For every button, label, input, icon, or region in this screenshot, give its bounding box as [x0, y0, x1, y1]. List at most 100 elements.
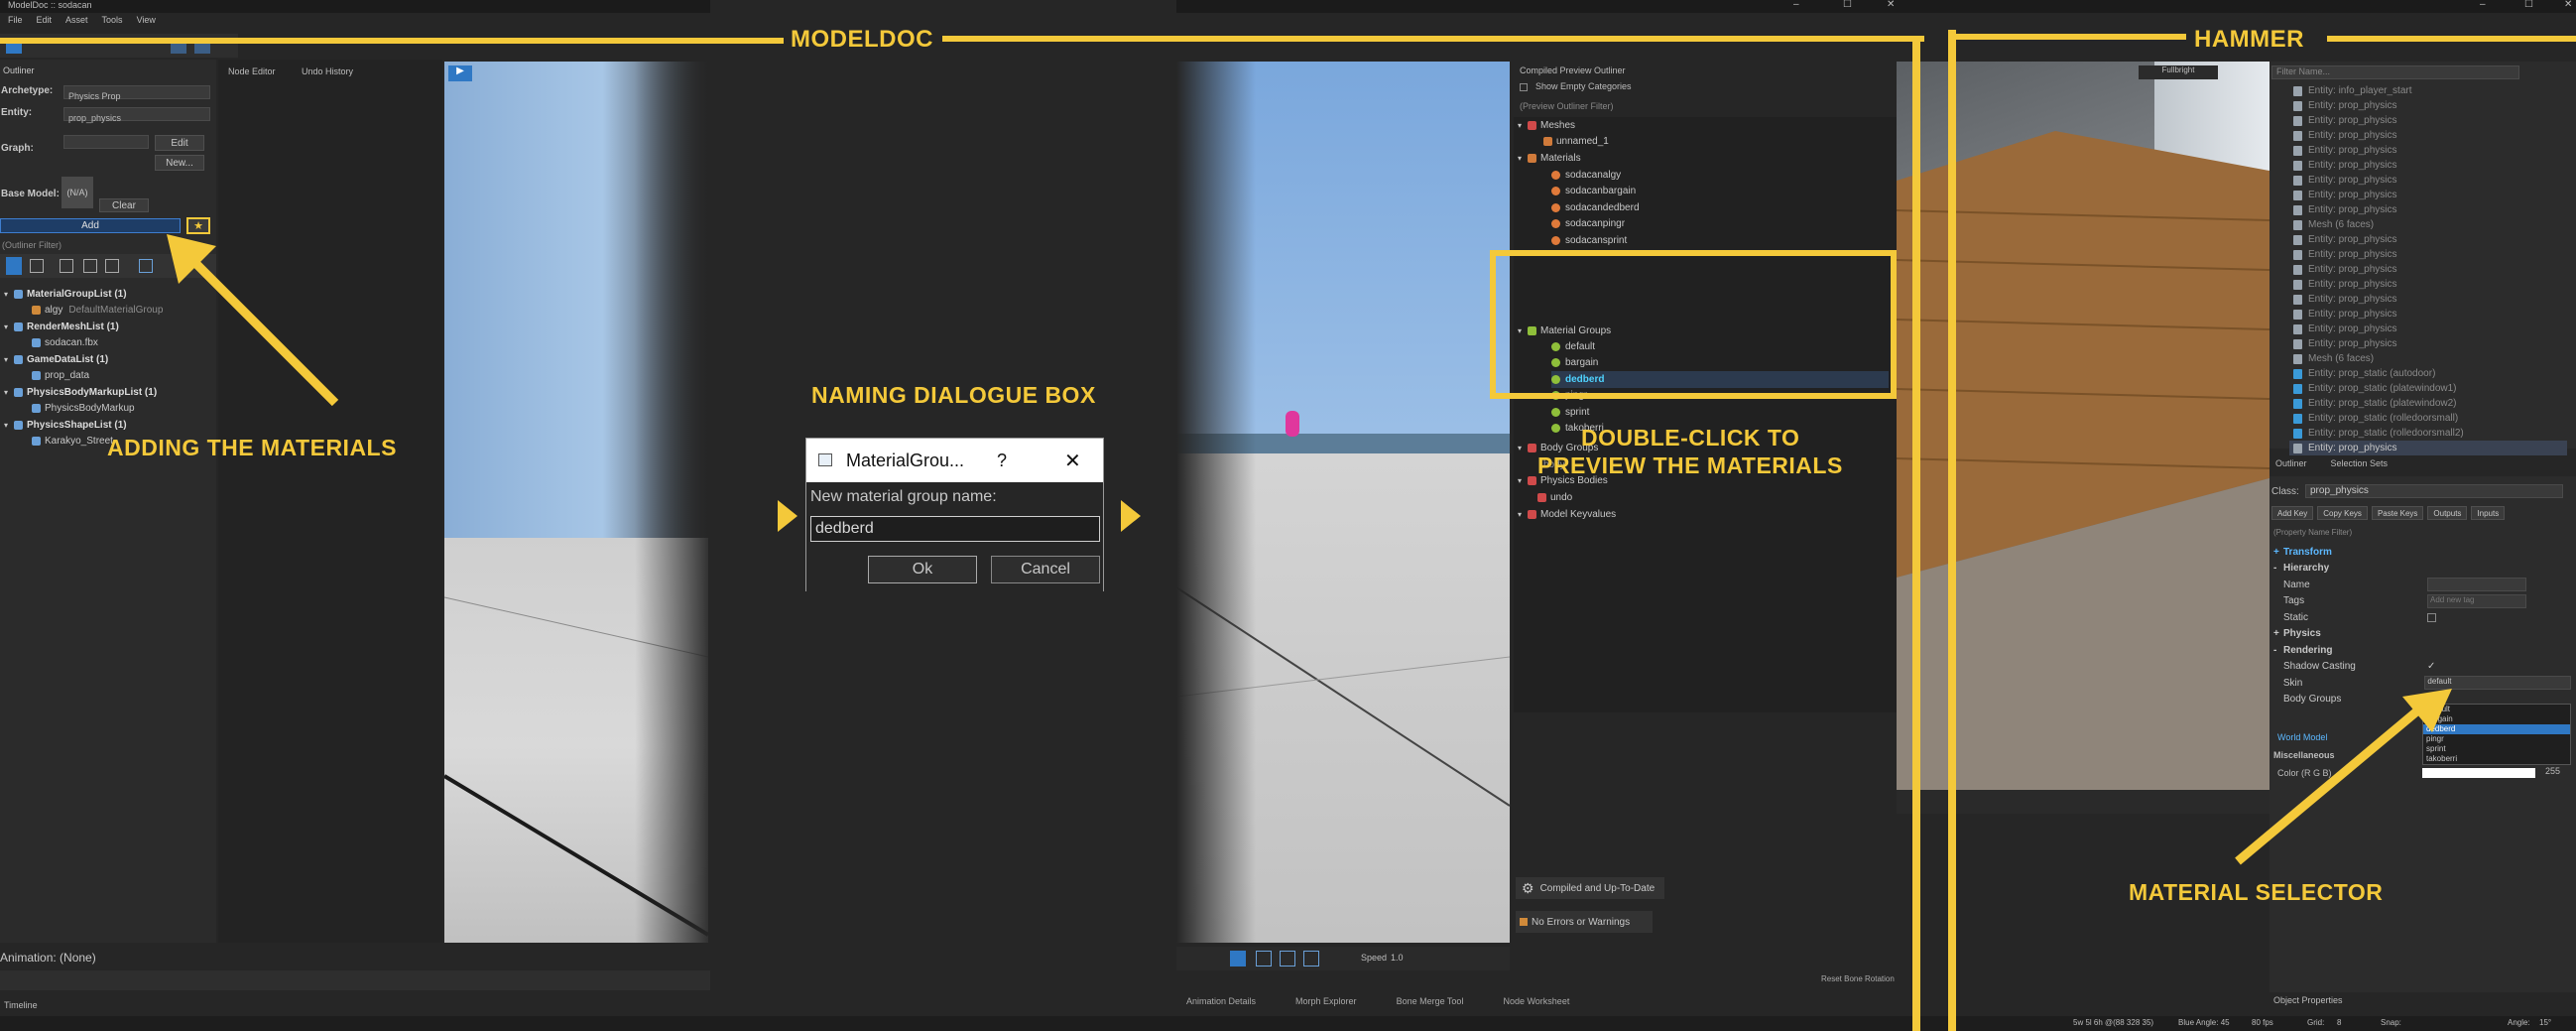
tool-icon[interactable]	[6, 257, 22, 275]
entity-list-item[interactable]: Entity: prop_static (rolledoorsmall)	[2289, 411, 2567, 426]
ok-button[interactable]: Ok	[868, 556, 977, 583]
close-icon[interactable]: ✕	[1887, 0, 1895, 10]
bottom-tab[interactable]: Animation Details	[1186, 996, 1256, 1016]
key-button[interactable]: Paste Keys	[2371, 506, 2424, 520]
maximize-icon[interactable]: ☐	[1843, 0, 1852, 10]
expand-toggle-icon[interactable]: ▾	[4, 322, 14, 331]
section-transform[interactable]: Transform	[2283, 547, 2332, 558]
key-button[interactable]: Inputs	[2471, 506, 2506, 520]
menu-item[interactable]: File	[8, 15, 23, 31]
tab-timeline[interactable]: Timeline	[4, 1000, 38, 1010]
bottom-tab[interactable]: Node Worksheet	[1503, 996, 1569, 1016]
entity-list-item[interactable]: Entity: prop_static (platewindow1)	[2289, 381, 2567, 396]
speed-value[interactable]: 1.0	[1391, 953, 1404, 963]
tool-icon[interactable]	[1230, 951, 1246, 967]
material-item[interactable]: sodacanpingr	[1551, 216, 1640, 233]
entity-list-item[interactable]: Entity: prop_physics	[2289, 173, 2567, 188]
key-button[interactable]: Outputs	[2427, 506, 2468, 520]
entity-list-item[interactable]: Entity: info_player_start	[2289, 83, 2567, 98]
physics-item[interactable]: undo	[1550, 492, 1572, 503]
menu-item[interactable]: Tools	[102, 15, 123, 31]
expand-toggle-icon[interactable]: ▾	[4, 421, 14, 430]
entity-list-item[interactable]: Mesh (6 faces)	[2289, 217, 2567, 232]
material-item[interactable]: sodacanalgy	[1551, 167, 1640, 184]
tab-node-editor[interactable]: Node Editor	[228, 66, 276, 76]
hammer-maximize-icon[interactable]: ☐	[2524, 0, 2533, 10]
filter-name-input[interactable]: Filter Name...	[2271, 65, 2519, 79]
bottom-tab[interactable]: Bone Merge Tool	[1397, 996, 1464, 1016]
minimize-icon[interactable]: –	[1793, 0, 1799, 10]
entity-list-item[interactable]: Entity: prop_physics	[2289, 322, 2567, 336]
group-name-input[interactable]: dedberd	[810, 516, 1100, 542]
menu-item[interactable]: View	[137, 15, 156, 31]
material-item[interactable]: sodacansprint	[1551, 232, 1640, 249]
clear-button[interactable]: Clear	[99, 198, 149, 212]
entity-list-item[interactable]: Entity: prop_physics	[2289, 247, 2567, 262]
bottom-tab[interactable]: Morph Explorer	[1295, 996, 1357, 1016]
menu-item[interactable]: Edit	[37, 15, 53, 31]
expand-toggle-icon[interactable]: ▾	[4, 355, 14, 364]
entity-list-item[interactable]: Mesh (6 faces)	[2289, 351, 2567, 366]
tab-outliner[interactable]: Outliner	[3, 65, 35, 75]
entity-list-item[interactable]: Entity: prop_physics	[2289, 113, 2567, 128]
outliner-tree-item[interactable]: ▾ PhysicsShapeList (1)	[4, 417, 214, 434]
hammer-tab[interactable]: Outliner	[2275, 458, 2307, 474]
entity-list-item[interactable]: Entity: prop_physics	[2289, 98, 2567, 113]
hammer-tab[interactable]: Selection Sets	[2331, 458, 2389, 474]
tool-icon[interactable]	[60, 259, 73, 273]
cancel-button[interactable]: Cancel	[991, 556, 1100, 583]
dialog-close-button[interactable]: ✕	[1064, 449, 1081, 473]
model-keyvalues-node[interactable]: Model Keyvalues	[1540, 509, 1616, 520]
static-checkbox[interactable]	[2427, 612, 2436, 622]
tool-icon[interactable]	[1280, 951, 1295, 967]
tool-icon[interactable]	[105, 259, 119, 273]
tool-icon[interactable]	[1303, 951, 1319, 967]
section-hierarchy[interactable]: Hierarchy	[2283, 563, 2329, 574]
fullbright-label[interactable]: Fullbright	[2139, 65, 2218, 79]
entity-list-item[interactable]: Entity: prop_physics	[2289, 188, 2567, 202]
entity-list-item[interactable]: Entity: prop_physics	[2289, 202, 2567, 217]
property-filter[interactable]: (Property Name Filter)	[2273, 528, 2352, 537]
show-empty-checkbox[interactable]	[1520, 83, 1528, 91]
edit-button[interactable]: Edit	[155, 135, 204, 151]
play-button[interactable]: ▶	[448, 65, 472, 81]
entity-list-item[interactable]: Entity: prop_physics	[2289, 336, 2567, 351]
entity-list-item[interactable]: Entity: prop_physics	[2289, 307, 2567, 322]
key-button[interactable]: Add Key	[2271, 506, 2314, 520]
archetype-select[interactable]: Physics Prop	[63, 85, 210, 101]
tab-object-properties[interactable]: Object Properties	[2273, 995, 2343, 1005]
entity-list-item[interactable]: Entity: prop_static (autodoor)	[2289, 366, 2567, 381]
entity-list-item[interactable]: Entity: prop_physics	[2289, 292, 2567, 307]
preview-filter[interactable]: (Preview Outliner Filter)	[1520, 101, 1614, 111]
tool-icon[interactable]	[30, 259, 44, 273]
tool-icon[interactable]	[83, 259, 97, 273]
materials-node[interactable]: Materials	[1540, 153, 1581, 164]
entity-list-item[interactable]: Entity: prop_physics	[2289, 441, 2567, 455]
hammer-close-icon[interactable]: ✕	[2564, 0, 2572, 10]
outliner-filter[interactable]: (Outliner Filter)	[2, 240, 61, 250]
meshes-node[interactable]: Meshes	[1540, 120, 1575, 131]
entity-list-item[interactable]: Entity: prop_physics	[2289, 158, 2567, 173]
entity-list-item[interactable]: Entity: prop_physics	[2289, 128, 2567, 143]
entity-list-item[interactable]: Entity: prop_physics	[2289, 277, 2567, 292]
add-button[interactable]: Add	[0, 218, 181, 233]
entity-list-item[interactable]: Entity: prop_physics	[2289, 262, 2567, 277]
help-button[interactable]: ?	[997, 451, 1007, 471]
expand-toggle-icon[interactable]: ▾	[4, 290, 14, 299]
color-value[interactable]: 255	[2545, 766, 2560, 776]
tab-undo-history[interactable]: Undo History	[302, 66, 353, 76]
tool-icon[interactable]	[1256, 951, 1272, 967]
status-angle-value[interactable]: 15°	[2539, 1018, 2551, 1027]
name-field[interactable]	[2427, 578, 2526, 592]
class-select[interactable]: prop_physics	[2305, 484, 2563, 498]
tool-icon[interactable]	[139, 259, 153, 273]
expand-toggle-icon[interactable]: ▾	[4, 388, 14, 397]
hammer-minimize-icon[interactable]: –	[2480, 0, 2486, 10]
entity-list-item[interactable]: Entity: prop_physics	[2289, 143, 2567, 158]
menu-item[interactable]: Asset	[65, 15, 88, 31]
material-item[interactable]: sodacandedberd	[1551, 199, 1640, 216]
new-button[interactable]: New...	[155, 155, 204, 171]
entity-list-item[interactable]: Entity: prop_static (platewindow2)	[2289, 396, 2567, 411]
mesh-item[interactable]: unnamed_1	[1543, 133, 1609, 150]
entity-select[interactable]: prop_physics	[63, 107, 210, 123]
